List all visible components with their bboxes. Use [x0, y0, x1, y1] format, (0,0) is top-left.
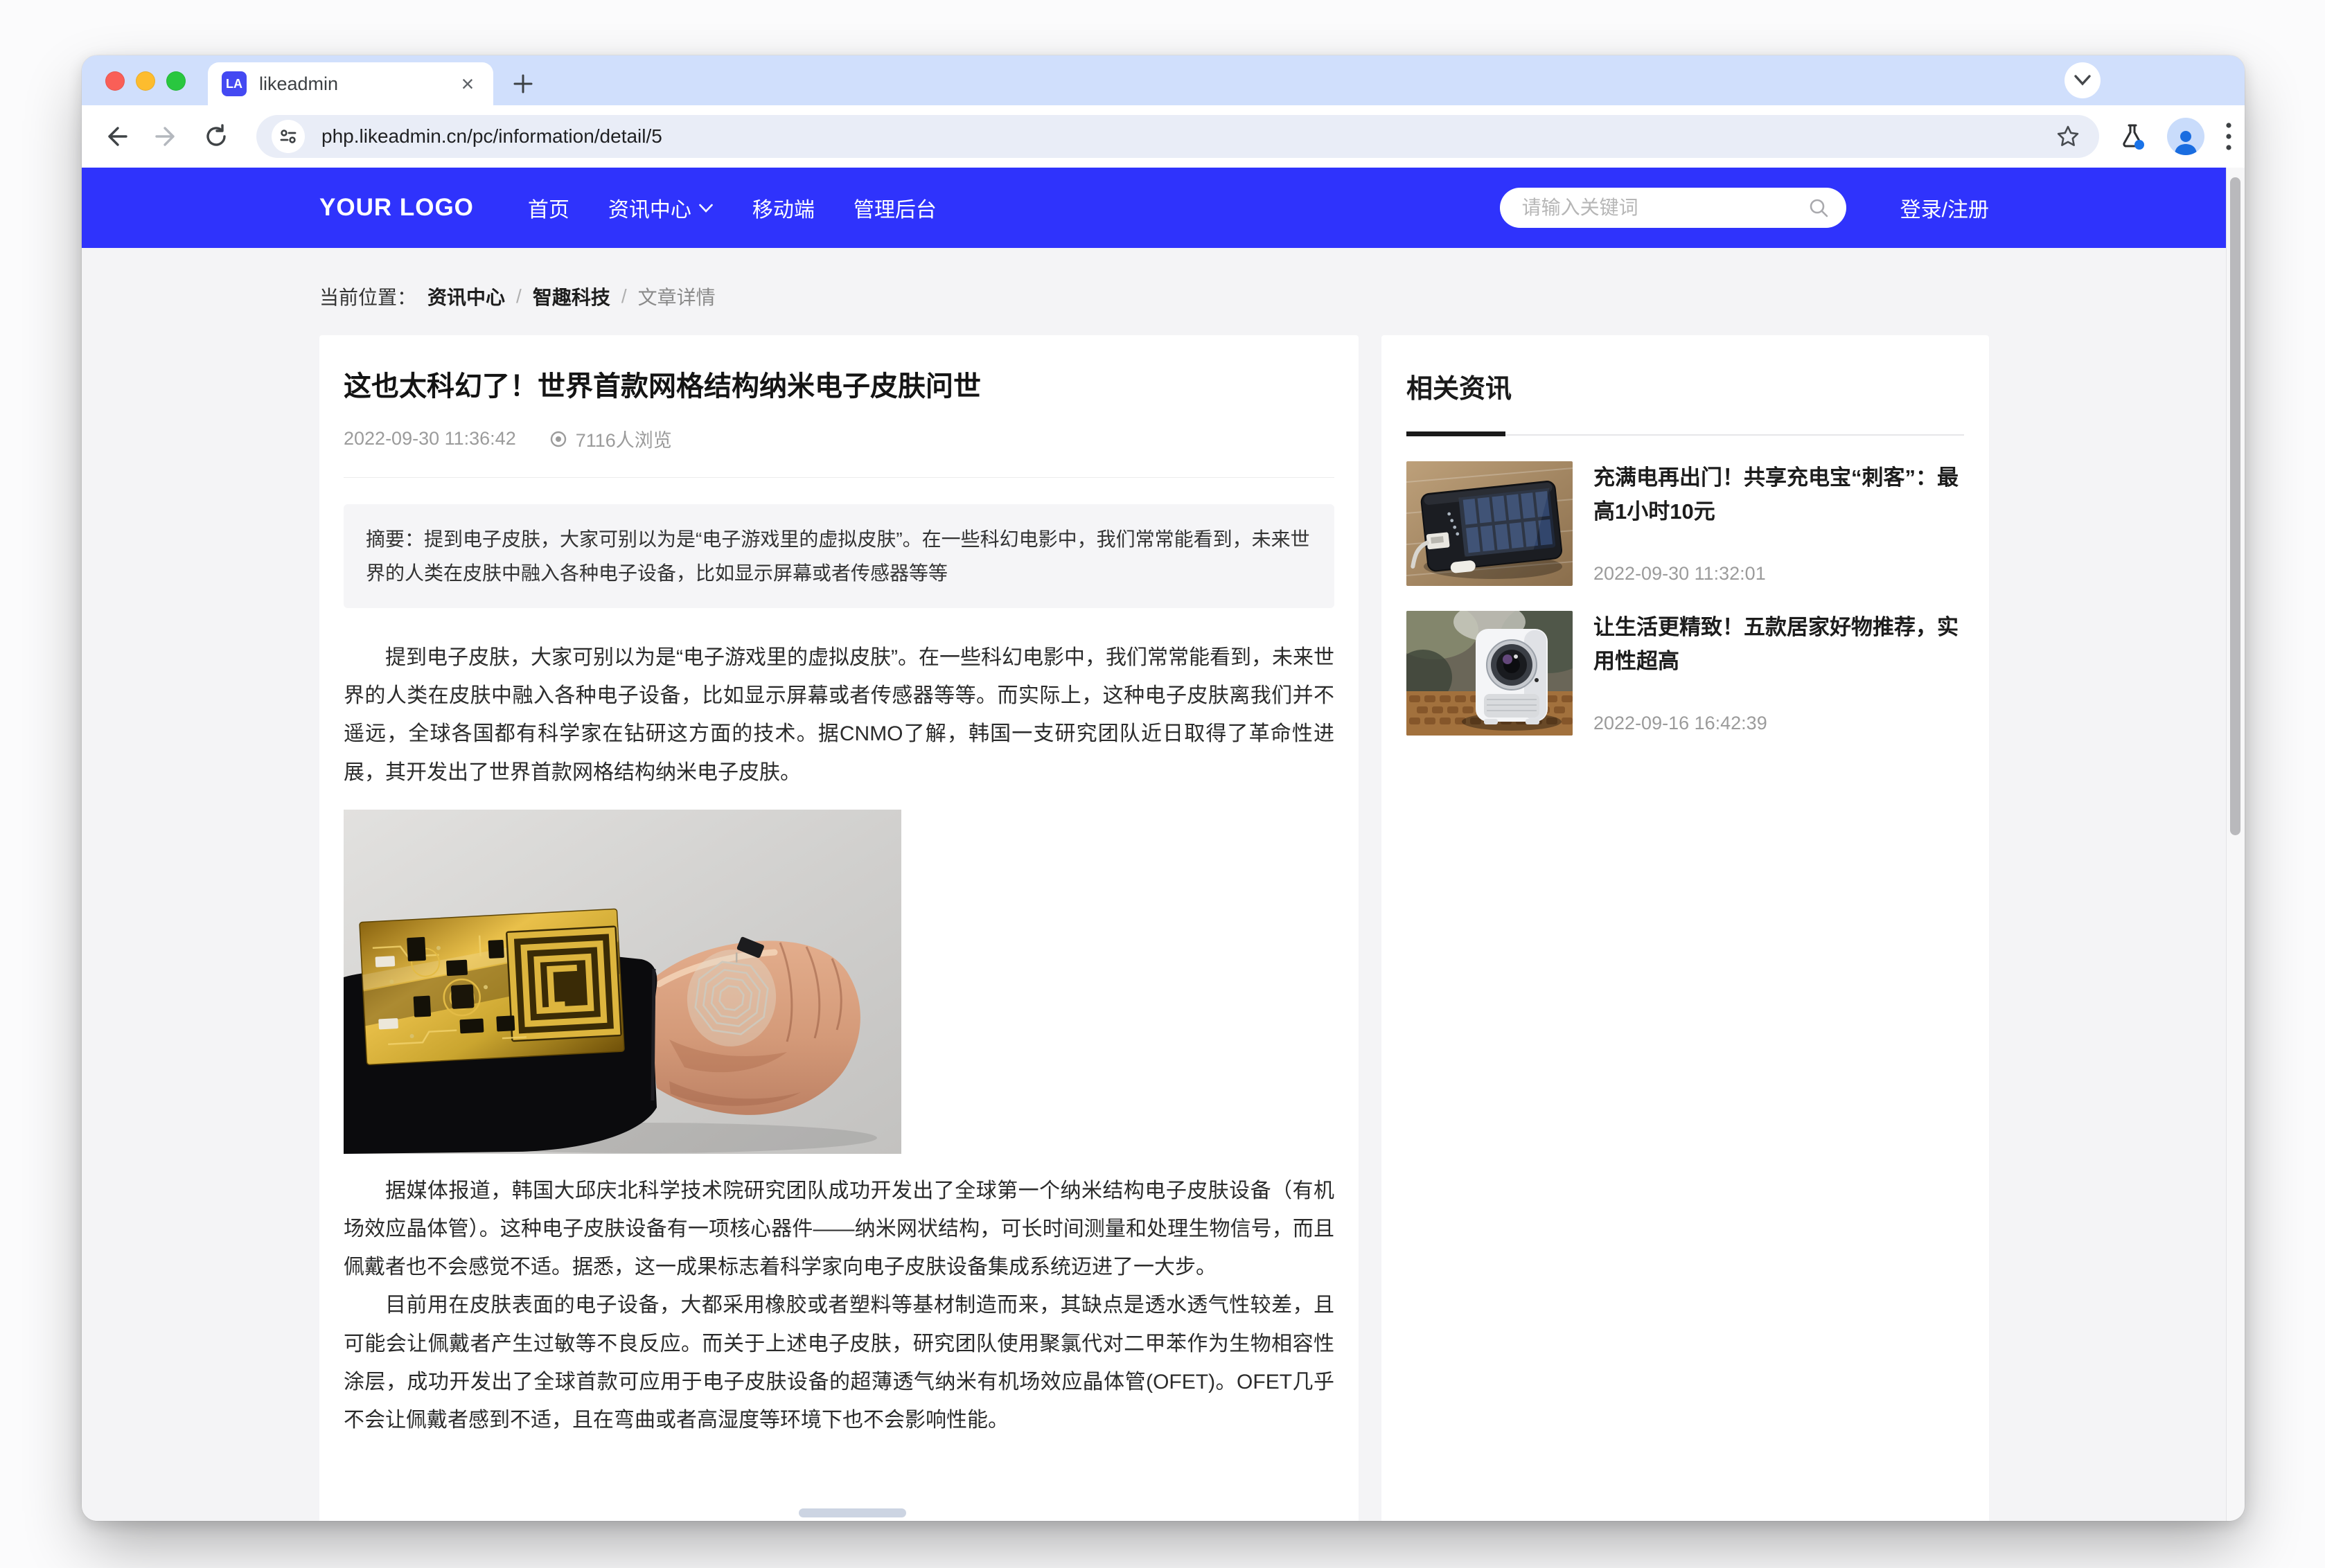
star-icon	[2055, 123, 2081, 150]
related-item-date: 2022-09-16 16:42:39	[1593, 713, 1964, 736]
main-nav: 首页 资讯中心 移动端 管理后台	[528, 193, 937, 223]
views-icon	[548, 429, 569, 449]
tab-search-button[interactable]	[2065, 62, 2101, 98]
bookmark-button[interactable]	[2055, 123, 2081, 150]
scrollbar-track	[2226, 168, 2245, 1521]
browser-tab[interactable]: LA likeadmin ×	[208, 62, 493, 105]
browser-toolbar: php.likeadmin.cn/pc/information/detail/5	[82, 105, 2245, 168]
search-box	[1500, 188, 1846, 228]
forward-button[interactable]	[147, 117, 186, 156]
tab-close-icon[interactable]: ×	[456, 72, 479, 96]
browser-menu-button[interactable]	[2224, 121, 2234, 152]
article-date: 2022-09-30 11:36:42	[344, 428, 516, 449]
favicon: LA	[222, 71, 247, 96]
plus-icon	[511, 71, 536, 96]
article-summary: 摘要：提到电子皮肤，大家可别以为是“电子游戏里的虚拟皮肤”。在一些科幻电影中，我…	[344, 504, 1334, 608]
site-settings-icon	[278, 126, 299, 147]
article-paragraph: 提到电子皮肤，大家可别以为是“电子游戏里的虚拟皮肤”。在一些科幻电影中，我们常常…	[344, 639, 1334, 792]
related-news-card: 相关资讯	[1381, 335, 1989, 1521]
breadcrumb-link-category[interactable]: 智趣科技	[533, 283, 610, 310]
nav-item-admin[interactable]: 管理后台	[854, 193, 937, 223]
search-input[interactable]	[1521, 196, 1807, 220]
site-logo[interactable]: YOUR LOGO	[319, 194, 474, 222]
forward-arrow-icon	[152, 123, 180, 150]
breadcrumb-current: 文章详情	[638, 283, 716, 310]
tab-strip: LA likeadmin ×	[82, 55, 2245, 105]
reload-button[interactable]	[197, 117, 236, 156]
related-news-item[interactable]: 充满电再出门！共享充电宝“刺客”：最高1小时10元 2022-09-30 11:…	[1406, 461, 1964, 586]
related-item-date: 2022-09-30 11:32:01	[1593, 563, 1964, 586]
search-icon[interactable]	[1807, 197, 1830, 219]
experiments-button[interactable]	[2117, 121, 2148, 152]
article-paragraph: 据媒体报道，韩国大邱庆北科学技术院研究团队成功开发出了全球第一个纳米结构电子皮肤…	[344, 1172, 1334, 1287]
reload-icon	[202, 123, 230, 150]
related-thumb-projector	[1406, 611, 1573, 736]
vertical-scrollbar-thumb[interactable]	[2230, 177, 2240, 835]
breadcrumb: 当前位置： 资讯中心 / 智趣科技 / 文章详情	[319, 283, 1989, 310]
maximize-window-button[interactable]	[166, 71, 186, 91]
article-card: 这也太科幻了！世界首款网格结构纳米电子皮肤问世 2022-09-30 11:36…	[319, 335, 1359, 1521]
profile-avatar[interactable]	[2167, 118, 2204, 155]
new-tab-button[interactable]	[509, 69, 538, 98]
tab-title: likeadmin	[259, 73, 456, 95]
related-thumb-powerbank	[1406, 461, 1573, 586]
back-button[interactable]	[97, 117, 136, 156]
nav-item-news-center[interactable]: 资讯中心	[608, 193, 714, 223]
person-icon	[2171, 127, 2201, 155]
close-window-button[interactable]	[105, 71, 125, 91]
nav-item-home[interactable]: 首页	[528, 193, 569, 223]
site-info-button[interactable]	[272, 120, 305, 153]
horizontal-scrollbar-thumb[interactable]	[799, 1508, 906, 1517]
electronic-skin-photo	[344, 810, 901, 1154]
chevron-down-icon	[2074, 74, 2092, 87]
related-news-title: 相关资讯	[1406, 367, 1964, 405]
flask-icon	[2117, 121, 2148, 152]
three-dot-menu-icon	[2224, 121, 2234, 152]
site-header: YOUR LOGO 首页 资讯中心 移动端 管理后台	[82, 168, 2227, 248]
article-paragraph: 目前用在皮肤表面的电子设备，大都采用橡胶或者塑料等基材制造而来，其缺点是透水透气…	[344, 1286, 1334, 1439]
breadcrumb-link-news[interactable]: 资讯中心	[427, 283, 505, 310]
back-arrow-icon	[103, 123, 130, 150]
breadcrumb-label: 当前位置：	[319, 283, 416, 310]
url-text: php.likeadmin.cn/pc/information/detail/5	[321, 125, 2055, 148]
related-item-title[interactable]: 充满电再出门！共享充电宝“刺客”：最高1小时10元	[1593, 461, 1964, 529]
divider	[344, 477, 1334, 478]
page-body: 当前位置： 资讯中心 / 智趣科技 / 文章详情 这也太科幻了！世界首款网格结构…	[82, 248, 2227, 1521]
address-bar[interactable]: php.likeadmin.cn/pc/information/detail/5	[256, 115, 2099, 158]
chevron-down-icon	[698, 203, 714, 213]
article-meta: 2022-09-30 11:36:42 7116人浏览	[344, 425, 1334, 452]
related-news-rule	[1406, 431, 1964, 436]
toolbar-right-icons	[2117, 118, 2234, 155]
article-image	[344, 810, 901, 1154]
window-controls	[105, 71, 186, 91]
nav-item-mobile[interactable]: 移动端	[752, 193, 815, 223]
article-body: 提到电子皮肤，大家可别以为是“电子游戏里的虚拟皮肤”。在一些科幻电影中，我们常常…	[344, 639, 1334, 1439]
related-news-item[interactable]: 让生活更精致！五款居家好物推荐，实用性超高 2022-09-16 16:42:3…	[1406, 611, 1964, 736]
related-item-title[interactable]: 让生活更精致！五款居家好物推荐，实用性超高	[1593, 611, 1964, 679]
minimize-window-button[interactable]	[136, 71, 155, 91]
login-register-link[interactable]: 登录/注册	[1900, 193, 1989, 223]
article-title: 这也太科幻了！世界首款网格结构纳米电子皮肤问世	[344, 368, 1334, 404]
browser-window: LA likeadmin ×	[82, 55, 2245, 1521]
article-views: 7116人浏览	[576, 425, 672, 452]
